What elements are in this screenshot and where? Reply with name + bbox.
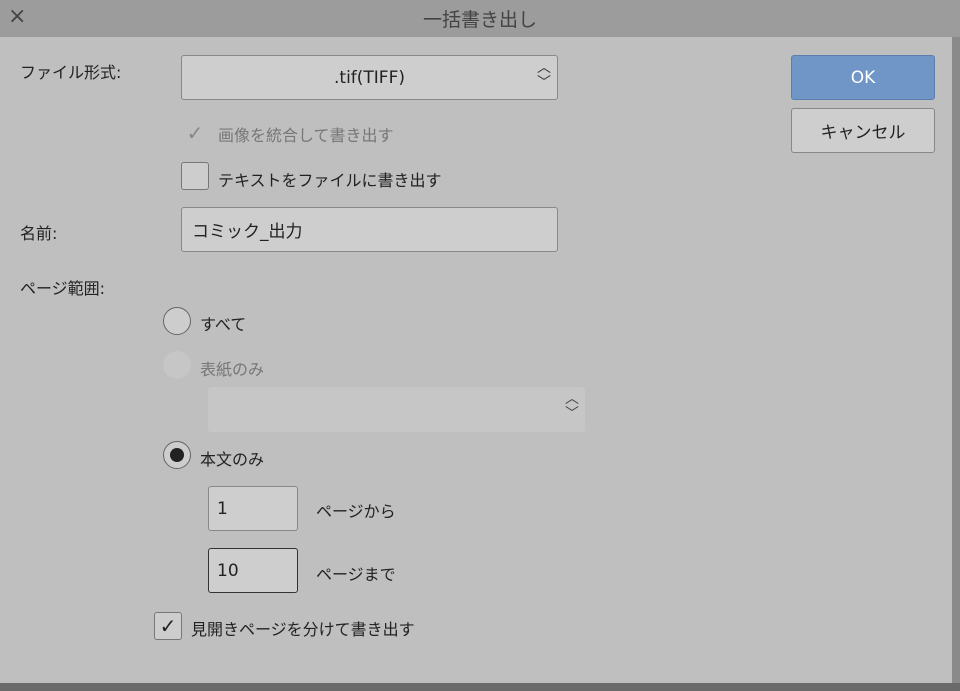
radio-all[interactable] bbox=[163, 307, 191, 335]
merge-images-checkbox[interactable]: ✓ bbox=[181, 119, 209, 147]
from-page-input[interactable]: 1 bbox=[208, 486, 298, 531]
updown-icon: ︿ ﹀ bbox=[537, 60, 551, 91]
file-format-value: .tif(TIFF) bbox=[334, 67, 405, 88]
from-page-label: ページから bbox=[316, 502, 396, 521]
window-edge bbox=[952, 37, 960, 691]
radio-selected-dot bbox=[170, 448, 184, 462]
name-value: コミック_出力 bbox=[192, 222, 303, 242]
file-format-label: ファイル形式: bbox=[20, 63, 122, 82]
window-bottom-edge bbox=[0, 683, 960, 691]
to-page-input[interactable]: 10 bbox=[208, 548, 298, 593]
radio-all-label: すべて bbox=[200, 315, 247, 334]
file-format-select[interactable]: .tif(TIFF) ︿ ﹀ bbox=[181, 55, 558, 100]
dialog-title: 一括書き出し bbox=[422, 9, 537, 31]
cancel-button[interactable]: キャンセル bbox=[791, 108, 935, 153]
export-text-label: テキストをファイルに書き出す bbox=[218, 171, 442, 190]
radio-cover-label: 表紙のみ bbox=[200, 360, 265, 379]
page-range-label: ページ範囲: bbox=[20, 279, 106, 298]
radio-body[interactable] bbox=[163, 441, 191, 469]
split-spread-label: 見開きページを分けて書き出す bbox=[191, 620, 415, 639]
from-page-value: 1 bbox=[217, 498, 228, 519]
split-spread-checkbox[interactable]: ✓ bbox=[154, 612, 182, 640]
title-bar: × 一括書き出し bbox=[0, 0, 960, 37]
radio-cover[interactable] bbox=[163, 351, 191, 379]
name-input[interactable]: コミック_出力 bbox=[181, 207, 558, 252]
to-page-value: 10 bbox=[217, 560, 239, 581]
updown-icon: ︿ ﹀ bbox=[565, 391, 579, 422]
merge-images-label: 画像を統合して書き出す bbox=[218, 126, 394, 145]
cover-select[interactable]: ︿ ﹀ bbox=[208, 387, 585, 432]
radio-body-label: 本文のみ bbox=[200, 450, 265, 469]
export-text-checkbox[interactable] bbox=[181, 162, 209, 190]
name-label: 名前: bbox=[20, 224, 58, 243]
ok-button[interactable]: OK bbox=[791, 55, 935, 100]
dialog-body: ファイル形式: .tif(TIFF) ︿ ﹀ ✓ 画像を統合して書き出す テキスト… bbox=[0, 37, 952, 683]
to-page-label: ページまで bbox=[316, 565, 396, 584]
